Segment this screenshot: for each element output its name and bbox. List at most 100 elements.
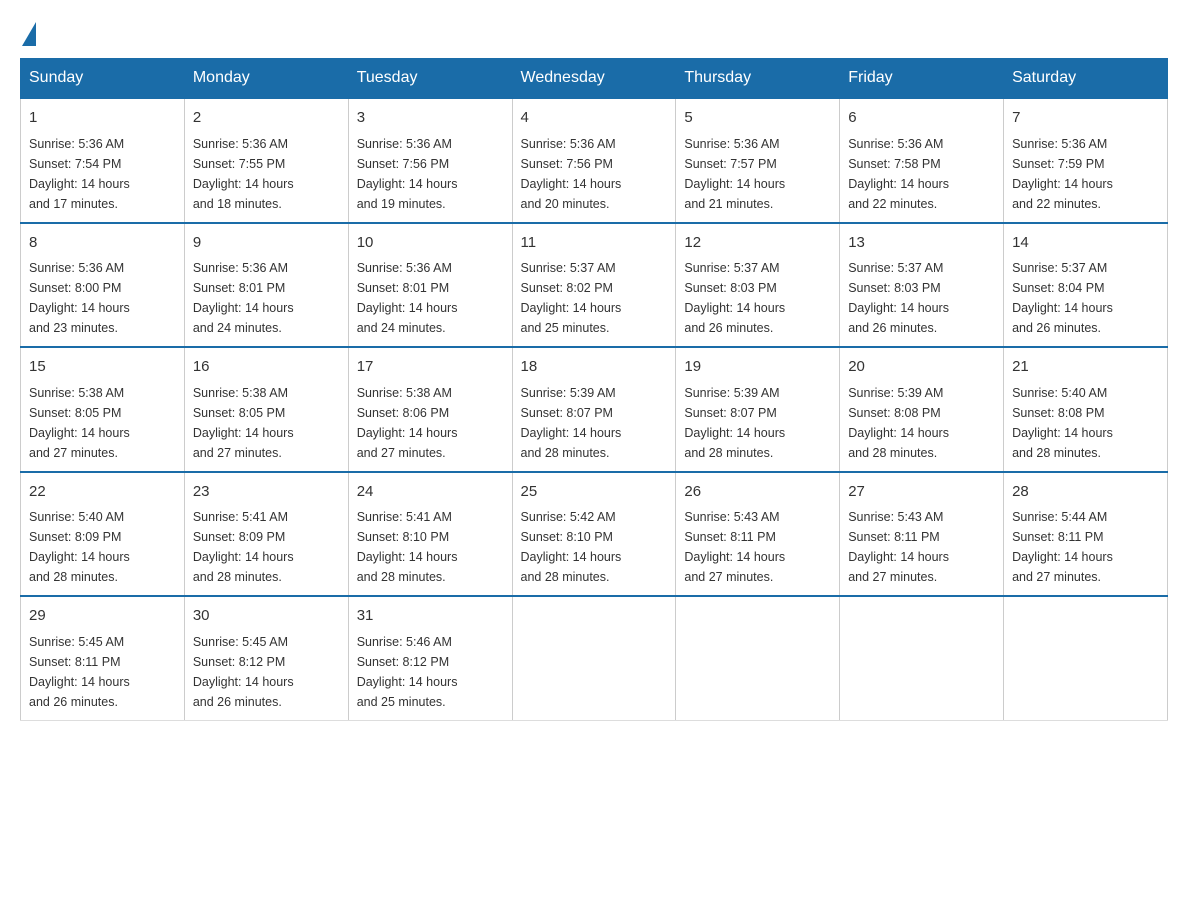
day-info: Sunrise: 5:42 AMSunset: 8:10 PMDaylight:… [521, 510, 622, 584]
calendar-week-row: 15 Sunrise: 5:38 AMSunset: 8:05 PMDaylig… [21, 347, 1168, 472]
day-number: 14 [1012, 232, 1159, 255]
calendar-cell: 10 Sunrise: 5:36 AMSunset: 8:01 PMDaylig… [348, 223, 512, 348]
day-info: Sunrise: 5:43 AMSunset: 8:11 PMDaylight:… [848, 510, 949, 584]
calendar-cell: 28 Sunrise: 5:44 AMSunset: 8:11 PMDaylig… [1004, 472, 1168, 597]
page-header [20, 20, 1168, 48]
day-info: Sunrise: 5:40 AMSunset: 8:09 PMDaylight:… [29, 510, 130, 584]
day-number: 10 [357, 232, 504, 255]
day-info: Sunrise: 5:36 AMSunset: 7:58 PMDaylight:… [848, 137, 949, 211]
day-info: Sunrise: 5:45 AMSunset: 8:12 PMDaylight:… [193, 635, 294, 709]
day-number: 2 [193, 107, 340, 130]
calendar-cell: 25 Sunrise: 5:42 AMSunset: 8:10 PMDaylig… [512, 472, 676, 597]
day-number: 28 [1012, 481, 1159, 504]
day-info: Sunrise: 5:40 AMSunset: 8:08 PMDaylight:… [1012, 386, 1113, 460]
day-info: Sunrise: 5:36 AMSunset: 7:57 PMDaylight:… [684, 137, 785, 211]
calendar-cell: 27 Sunrise: 5:43 AMSunset: 8:11 PMDaylig… [840, 472, 1004, 597]
day-number: 25 [521, 481, 668, 504]
day-number: 7 [1012, 107, 1159, 130]
day-number: 21 [1012, 356, 1159, 379]
day-info: Sunrise: 5:36 AMSunset: 7:55 PMDaylight:… [193, 137, 294, 211]
calendar-cell: 17 Sunrise: 5:38 AMSunset: 8:06 PMDaylig… [348, 347, 512, 472]
day-info: Sunrise: 5:39 AMSunset: 8:07 PMDaylight:… [684, 386, 785, 460]
day-number: 23 [193, 481, 340, 504]
calendar-cell: 5 Sunrise: 5:36 AMSunset: 7:57 PMDayligh… [676, 98, 840, 223]
day-number: 30 [193, 605, 340, 628]
calendar-cell: 4 Sunrise: 5:36 AMSunset: 7:56 PMDayligh… [512, 98, 676, 223]
calendar-cell: 11 Sunrise: 5:37 AMSunset: 8:02 PMDaylig… [512, 223, 676, 348]
calendar-cell [840, 596, 1004, 720]
day-number: 18 [521, 356, 668, 379]
calendar-cell: 6 Sunrise: 5:36 AMSunset: 7:58 PMDayligh… [840, 98, 1004, 223]
logo [20, 20, 38, 48]
calendar-cell: 8 Sunrise: 5:36 AMSunset: 8:00 PMDayligh… [21, 223, 185, 348]
calendar-week-row: 29 Sunrise: 5:45 AMSunset: 8:11 PMDaylig… [21, 596, 1168, 720]
calendar-cell: 1 Sunrise: 5:36 AMSunset: 7:54 PMDayligh… [21, 98, 185, 223]
day-number: 29 [29, 605, 176, 628]
day-info: Sunrise: 5:36 AMSunset: 8:00 PMDaylight:… [29, 261, 130, 335]
calendar-cell: 2 Sunrise: 5:36 AMSunset: 7:55 PMDayligh… [184, 98, 348, 223]
calendar-table: SundayMondayTuesdayWednesdayThursdayFrid… [20, 58, 1168, 721]
day-info: Sunrise: 5:37 AMSunset: 8:04 PMDaylight:… [1012, 261, 1113, 335]
calendar-cell: 19 Sunrise: 5:39 AMSunset: 8:07 PMDaylig… [676, 347, 840, 472]
day-number: 22 [29, 481, 176, 504]
day-info: Sunrise: 5:36 AMSunset: 8:01 PMDaylight:… [193, 261, 294, 335]
calendar-cell: 14 Sunrise: 5:37 AMSunset: 8:04 PMDaylig… [1004, 223, 1168, 348]
day-info: Sunrise: 5:38 AMSunset: 8:06 PMDaylight:… [357, 386, 458, 460]
day-info: Sunrise: 5:37 AMSunset: 8:03 PMDaylight:… [684, 261, 785, 335]
calendar-cell: 23 Sunrise: 5:41 AMSunset: 8:09 PMDaylig… [184, 472, 348, 597]
day-info: Sunrise: 5:36 AMSunset: 7:56 PMDaylight:… [357, 137, 458, 211]
day-number: 9 [193, 232, 340, 255]
day-info: Sunrise: 5:46 AMSunset: 8:12 PMDaylight:… [357, 635, 458, 709]
calendar-week-row: 8 Sunrise: 5:36 AMSunset: 8:00 PMDayligh… [21, 223, 1168, 348]
calendar-cell [512, 596, 676, 720]
day-info: Sunrise: 5:36 AMSunset: 7:56 PMDaylight:… [521, 137, 622, 211]
calendar-cell [676, 596, 840, 720]
calendar-cell: 7 Sunrise: 5:36 AMSunset: 7:59 PMDayligh… [1004, 98, 1168, 223]
day-info: Sunrise: 5:43 AMSunset: 8:11 PMDaylight:… [684, 510, 785, 584]
day-number: 31 [357, 605, 504, 628]
day-info: Sunrise: 5:38 AMSunset: 8:05 PMDaylight:… [193, 386, 294, 460]
day-number: 12 [684, 232, 831, 255]
calendar-cell: 20 Sunrise: 5:39 AMSunset: 8:08 PMDaylig… [840, 347, 1004, 472]
calendar-cell: 15 Sunrise: 5:38 AMSunset: 8:05 PMDaylig… [21, 347, 185, 472]
day-number: 24 [357, 481, 504, 504]
day-number: 27 [848, 481, 995, 504]
calendar-week-row: 1 Sunrise: 5:36 AMSunset: 7:54 PMDayligh… [21, 98, 1168, 223]
day-info: Sunrise: 5:36 AMSunset: 7:59 PMDaylight:… [1012, 137, 1113, 211]
day-number: 15 [29, 356, 176, 379]
day-number: 4 [521, 107, 668, 130]
day-number: 6 [848, 107, 995, 130]
day-number: 16 [193, 356, 340, 379]
calendar-week-row: 22 Sunrise: 5:40 AMSunset: 8:09 PMDaylig… [21, 472, 1168, 597]
calendar-cell: 13 Sunrise: 5:37 AMSunset: 8:03 PMDaylig… [840, 223, 1004, 348]
column-header-thursday: Thursday [676, 59, 840, 99]
day-number: 19 [684, 356, 831, 379]
column-header-friday: Friday [840, 59, 1004, 99]
calendar-cell: 18 Sunrise: 5:39 AMSunset: 8:07 PMDaylig… [512, 347, 676, 472]
day-number: 3 [357, 107, 504, 130]
day-info: Sunrise: 5:39 AMSunset: 8:07 PMDaylight:… [521, 386, 622, 460]
column-header-tuesday: Tuesday [348, 59, 512, 99]
calendar-cell [1004, 596, 1168, 720]
day-info: Sunrise: 5:45 AMSunset: 8:11 PMDaylight:… [29, 635, 130, 709]
calendar-header-row: SundayMondayTuesdayWednesdayThursdayFrid… [21, 59, 1168, 99]
calendar-cell: 31 Sunrise: 5:46 AMSunset: 8:12 PMDaylig… [348, 596, 512, 720]
day-number: 1 [29, 107, 176, 130]
day-number: 11 [521, 232, 668, 255]
column-header-sunday: Sunday [21, 59, 185, 99]
day-number: 26 [684, 481, 831, 504]
day-number: 17 [357, 356, 504, 379]
day-info: Sunrise: 5:41 AMSunset: 8:10 PMDaylight:… [357, 510, 458, 584]
day-info: Sunrise: 5:39 AMSunset: 8:08 PMDaylight:… [848, 386, 949, 460]
calendar-cell: 29 Sunrise: 5:45 AMSunset: 8:11 PMDaylig… [21, 596, 185, 720]
day-info: Sunrise: 5:37 AMSunset: 8:02 PMDaylight:… [521, 261, 622, 335]
day-number: 8 [29, 232, 176, 255]
day-number: 5 [684, 107, 831, 130]
calendar-cell: 26 Sunrise: 5:43 AMSunset: 8:11 PMDaylig… [676, 472, 840, 597]
day-info: Sunrise: 5:44 AMSunset: 8:11 PMDaylight:… [1012, 510, 1113, 584]
column-header-saturday: Saturday [1004, 59, 1168, 99]
logo-triangle-icon [22, 22, 36, 46]
column-header-monday: Monday [184, 59, 348, 99]
calendar-cell: 12 Sunrise: 5:37 AMSunset: 8:03 PMDaylig… [676, 223, 840, 348]
calendar-cell: 3 Sunrise: 5:36 AMSunset: 7:56 PMDayligh… [348, 98, 512, 223]
